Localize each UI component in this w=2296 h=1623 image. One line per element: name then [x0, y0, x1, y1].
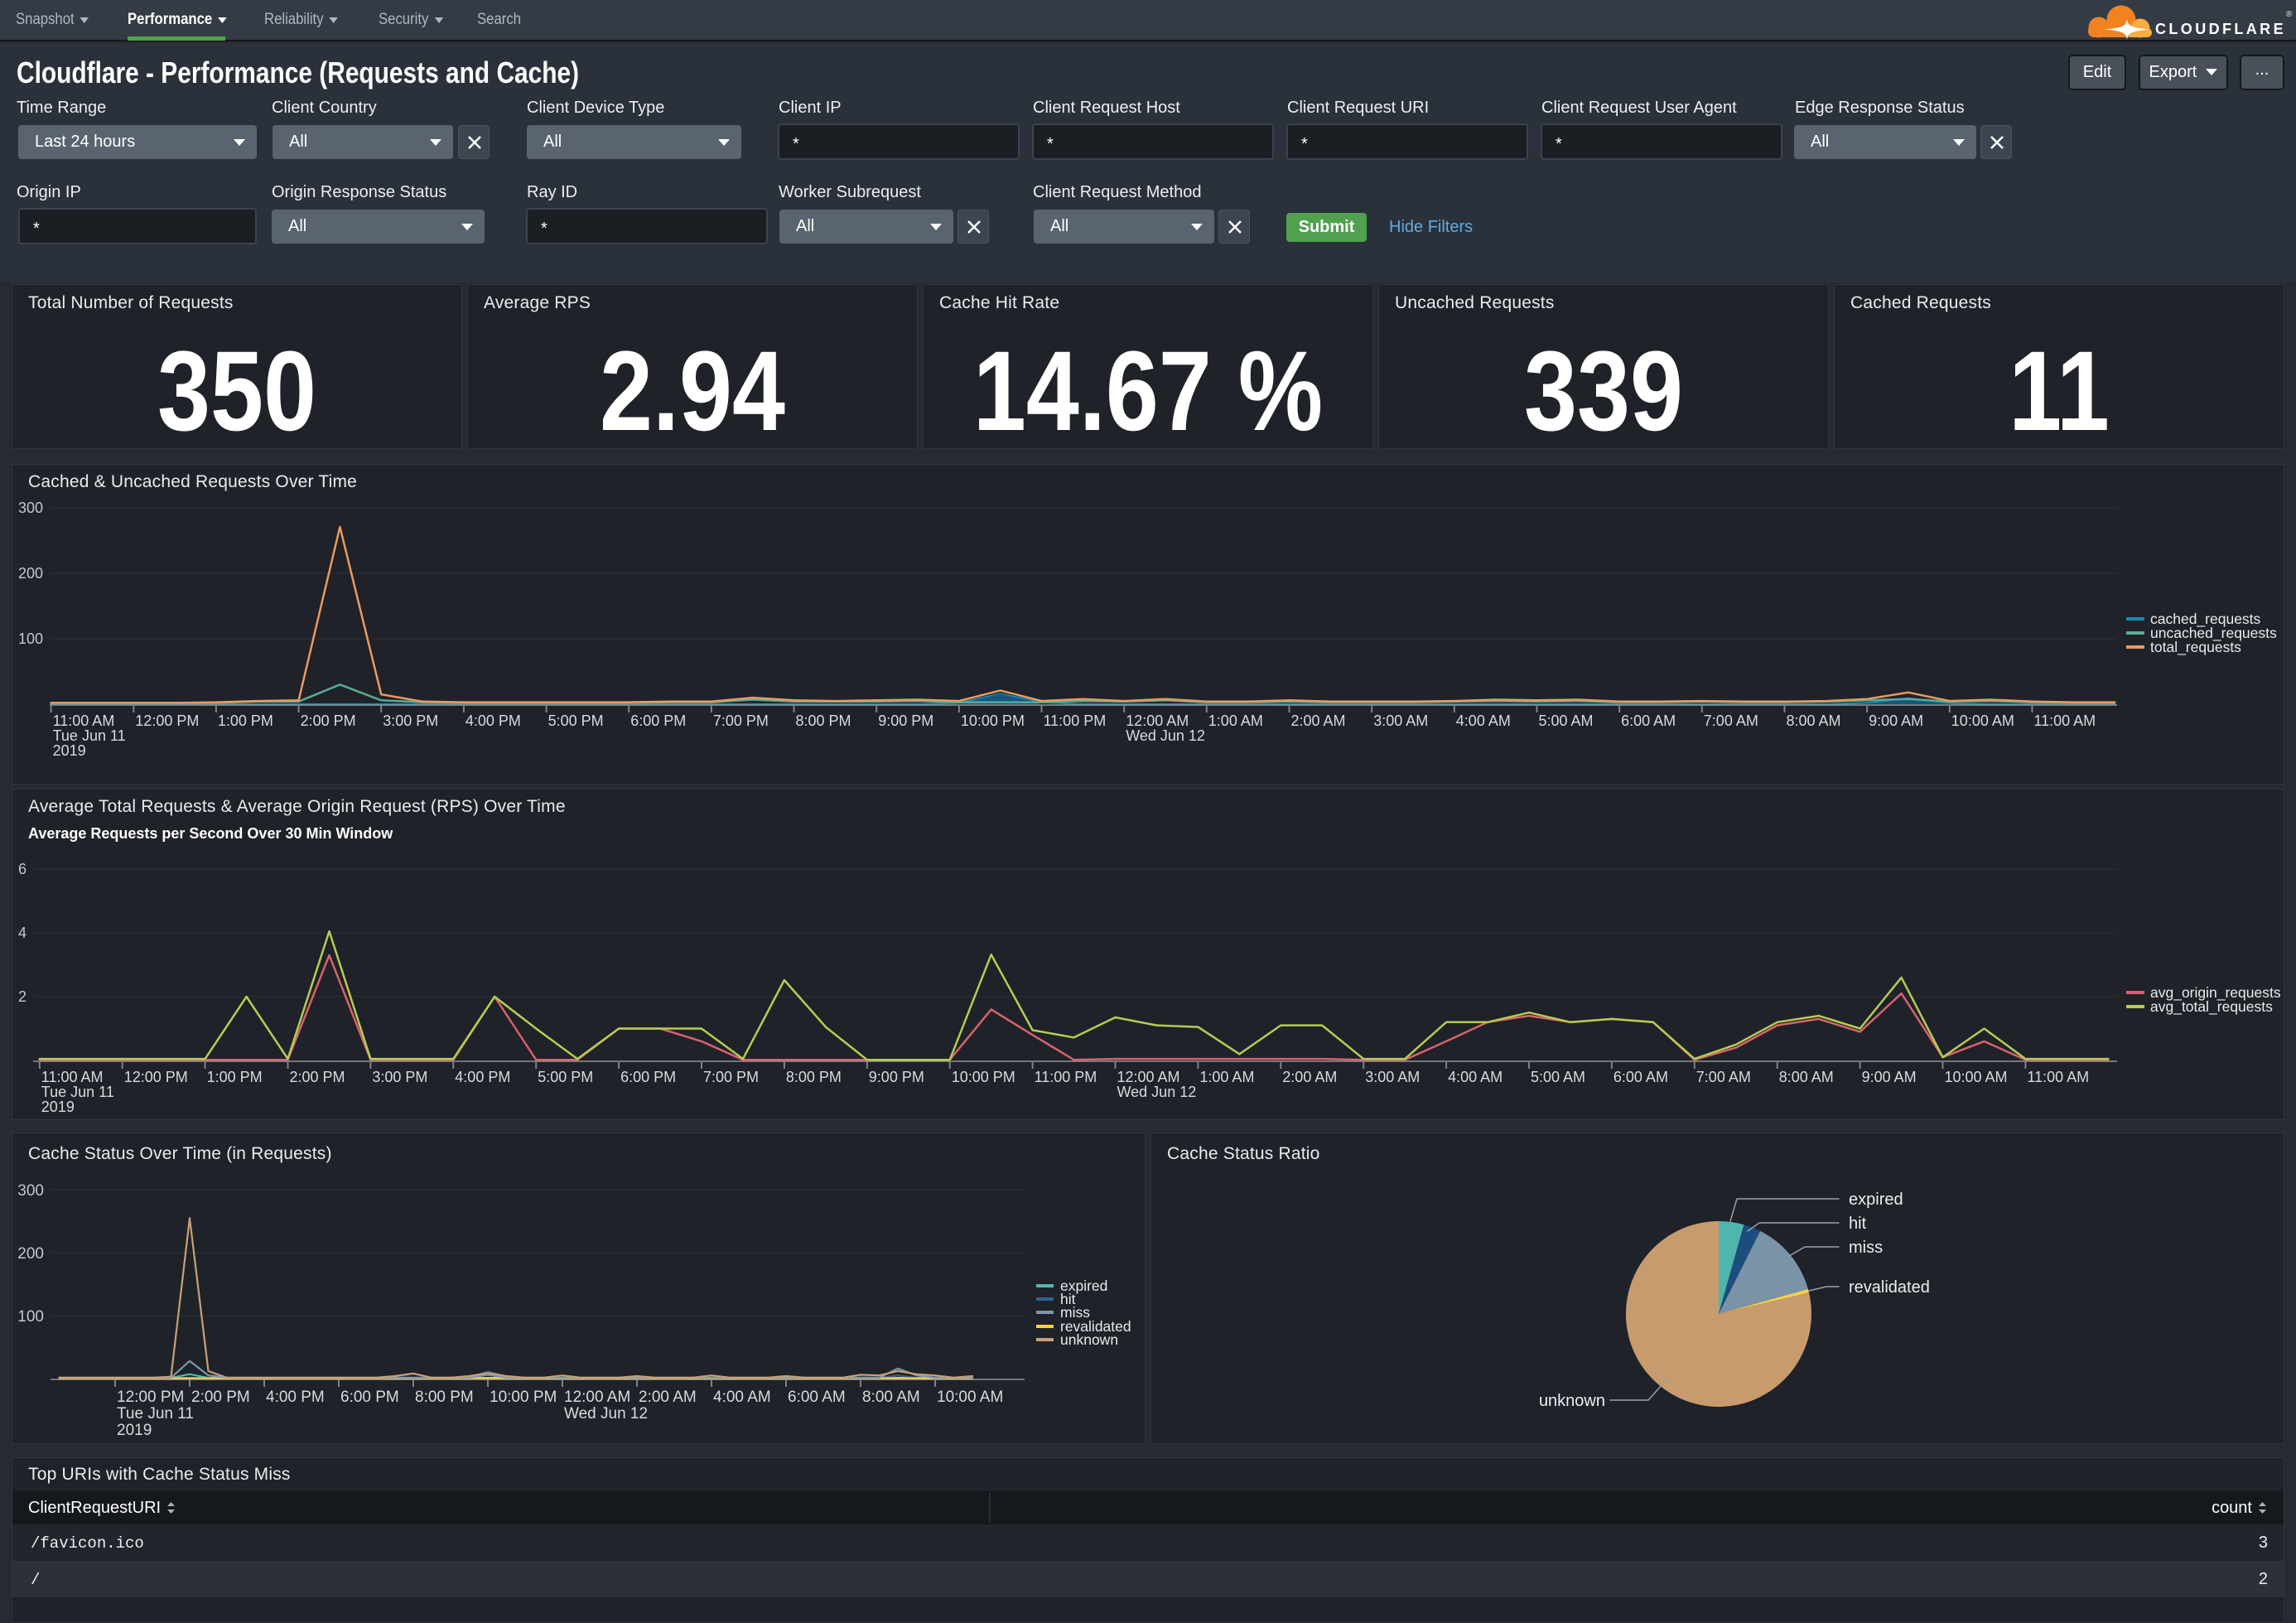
svg-text:8:00 AM: 8:00 AM: [1787, 712, 1841, 729]
svg-text:1:00 AM: 1:00 AM: [1199, 1069, 1254, 1085]
svg-text:6:00 AM: 6:00 AM: [788, 1389, 846, 1406]
svg-text:4: 4: [18, 925, 27, 941]
svg-text:3:00 PM: 3:00 PM: [383, 712, 438, 729]
svg-text:100: 100: [18, 630, 43, 647]
svg-text:8:00 PM: 8:00 PM: [786, 1069, 842, 1085]
svg-text:9:00 PM: 9:00 PM: [869, 1069, 924, 1085]
svg-text:10:00 AM: 10:00 AM: [1945, 1069, 2008, 1085]
svg-text:5:00 PM: 5:00 PM: [538, 1069, 593, 1085]
svg-text:5:00 AM: 5:00 AM: [1539, 712, 1594, 729]
svg-text:7:00 PM: 7:00 PM: [703, 1069, 759, 1085]
svg-text:11:00 AM: 11:00 AM: [2033, 712, 2096, 729]
svg-text:7:00 PM: 7:00 PM: [713, 712, 769, 729]
svg-text:2:00 AM: 2:00 AM: [639, 1389, 697, 1406]
svg-text:4:00 AM: 4:00 AM: [1448, 1069, 1503, 1085]
svg-text:8:00 PM: 8:00 PM: [796, 712, 851, 729]
svg-text:3:00 PM: 3:00 PM: [372, 1069, 427, 1085]
svg-text:6:00 PM: 6:00 PM: [340, 1389, 399, 1406]
svg-text:miss: miss: [1849, 1239, 1883, 1257]
svg-text:5:00 PM: 5:00 PM: [548, 712, 604, 729]
svg-text:12:00 AM: 12:00 AM: [564, 1389, 630, 1406]
svg-text:300: 300: [17, 1182, 44, 1200]
svg-text:3:00 AM: 3:00 AM: [1365, 1069, 1420, 1085]
svg-text:8:00 PM: 8:00 PM: [415, 1389, 474, 1406]
svg-text:Tue Jun 11: Tue Jun 11: [53, 727, 126, 744]
svg-text:4:00 AM: 4:00 AM: [1456, 712, 1511, 729]
svg-text:10:00 AM: 10:00 AM: [1951, 712, 2014, 729]
svg-text:Wed Jun 12: Wed Jun 12: [564, 1405, 648, 1423]
svg-text:Tue Jun 11: Tue Jun 11: [117, 1405, 194, 1423]
svg-text:2:00 PM: 2:00 PM: [290, 1069, 345, 1085]
svg-text:12:00 PM: 12:00 PM: [124, 1069, 188, 1085]
svg-text:avg_total_requests: avg_total_requests: [2150, 998, 2273, 1016]
svg-text:6: 6: [18, 861, 27, 877]
svg-text:CLOUDFLARE: CLOUDFLARE: [2155, 21, 2286, 37]
svg-text:300: 300: [18, 500, 43, 516]
svg-text:2:00 AM: 2:00 AM: [1282, 1069, 1337, 1085]
svg-text:4:00 PM: 4:00 PM: [266, 1389, 325, 1406]
svg-text:®: ®: [2286, 10, 2293, 19]
svg-text:6:00 PM: 6:00 PM: [630, 712, 686, 729]
svg-text:7:00 AM: 7:00 AM: [1704, 712, 1758, 729]
svg-text:5:00 AM: 5:00 AM: [1531, 1069, 1585, 1085]
svg-text:2019: 2019: [117, 1422, 152, 1439]
svg-text:11:00 PM: 11:00 PM: [1044, 712, 1107, 729]
svg-text:6:00 AM: 6:00 AM: [1613, 1069, 1668, 1085]
svg-text:10:00 PM: 10:00 PM: [490, 1389, 557, 1406]
svg-text:3:00 AM: 3:00 AM: [1373, 712, 1428, 729]
svg-text:2:00 PM: 2:00 PM: [191, 1389, 250, 1406]
svg-text:8:00 AM: 8:00 AM: [1779, 1069, 1834, 1085]
svg-text:9:00 PM: 9:00 PM: [878, 712, 933, 729]
svg-text:1:00 PM: 1:00 PM: [207, 1069, 263, 1085]
svg-text:expired: expired: [1849, 1191, 1903, 1209]
svg-text:Wed Jun 12: Wed Jun 12: [1126, 727, 1205, 744]
svg-text:6:00 AM: 6:00 AM: [1621, 712, 1676, 729]
svg-text:total_requests: total_requests: [2150, 639, 2241, 656]
svg-text:1:00 AM: 1:00 AM: [1208, 712, 1263, 729]
svg-text:10:00 PM: 10:00 PM: [961, 712, 1025, 729]
svg-text:100: 100: [17, 1308, 44, 1326]
svg-text:hit: hit: [1849, 1215, 1867, 1233]
svg-text:2:00 PM: 2:00 PM: [301, 712, 356, 729]
svg-text:2: 2: [18, 988, 27, 1005]
svg-text:revalidated: revalidated: [1849, 1278, 1930, 1297]
svg-text:4:00 AM: 4:00 AM: [713, 1389, 771, 1406]
svg-text:12:00 PM: 12:00 PM: [135, 712, 199, 729]
svg-text:Wed Jun 12: Wed Jun 12: [1117, 1084, 1197, 1100]
svg-text:11:00 AM: 11:00 AM: [2027, 1069, 2089, 1085]
svg-text:11:00 PM: 11:00 PM: [1035, 1069, 1097, 1085]
svg-text:200: 200: [18, 565, 43, 582]
svg-text:10:00 AM: 10:00 AM: [937, 1389, 1003, 1406]
svg-text:8:00 AM: 8:00 AM: [862, 1389, 920, 1406]
svg-text:7:00 AM: 7:00 AM: [1696, 1069, 1751, 1085]
svg-text:200: 200: [17, 1245, 44, 1263]
svg-text:9:00 AM: 9:00 AM: [1862, 1069, 1917, 1085]
svg-text:1:00 PM: 1:00 PM: [218, 712, 273, 729]
svg-text:12:00 AM: 12:00 AM: [1117, 1069, 1180, 1085]
svg-text:9:00 AM: 9:00 AM: [1869, 712, 1923, 729]
svg-text:10:00 PM: 10:00 PM: [952, 1069, 1015, 1085]
svg-text:2019: 2019: [53, 742, 86, 759]
svg-text:11:00 AM: 11:00 AM: [53, 712, 115, 729]
svg-text:unknown: unknown: [1060, 1331, 1118, 1348]
svg-text:6:00 PM: 6:00 PM: [620, 1069, 676, 1085]
svg-text:4:00 PM: 4:00 PM: [455, 1069, 510, 1085]
svg-text:unknown: unknown: [1539, 1392, 1605, 1410]
svg-text:2019: 2019: [41, 1099, 75, 1115]
svg-text:12:00 PM: 12:00 PM: [117, 1389, 184, 1406]
svg-text:11:00 AM: 11:00 AM: [41, 1069, 104, 1085]
svg-text:2:00 AM: 2:00 AM: [1291, 712, 1346, 729]
svg-text:12:00 AM: 12:00 AM: [1126, 712, 1189, 729]
svg-text:4:00 PM: 4:00 PM: [465, 712, 521, 729]
svg-text:Tue Jun 11: Tue Jun 11: [41, 1084, 114, 1100]
